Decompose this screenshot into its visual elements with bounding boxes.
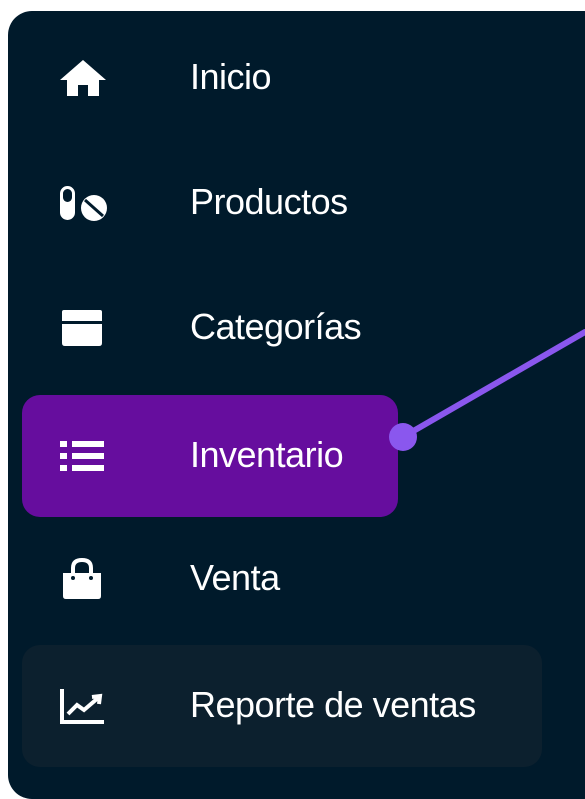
sidebar-item-venta[interactable]: Venta	[22, 518, 542, 640]
sidebar-nav: Inicio Productos Categorías Inventario V…	[8, 11, 585, 799]
sidebar-item-label: Categorías	[190, 306, 362, 348]
list-icon	[58, 432, 112, 480]
pills-icon	[58, 179, 112, 227]
sidebar-item-reporte-de-ventas[interactable]: Reporte de ventas	[22, 645, 542, 767]
sidebar-item-label: Reporte de ventas	[190, 684, 476, 726]
sidebar-item-label: Inventario	[190, 434, 344, 476]
line-chart-icon	[58, 682, 112, 730]
sidebar-item-inventario[interactable]: Inventario	[22, 395, 398, 517]
sidebar-item-categorias[interactable]: Categorías	[22, 267, 542, 389]
sidebar-item-inicio[interactable]: Inicio	[22, 17, 542, 139]
sidebar-item-label: Venta	[190, 557, 280, 599]
shopping-bag-icon	[58, 555, 112, 603]
box-icon	[58, 304, 112, 352]
home-icon	[58, 54, 112, 102]
sidebar-item-label: Inicio	[190, 56, 272, 98]
sidebar-item-productos[interactable]: Productos	[22, 142, 542, 264]
sidebar-item-label: Productos	[190, 181, 348, 223]
